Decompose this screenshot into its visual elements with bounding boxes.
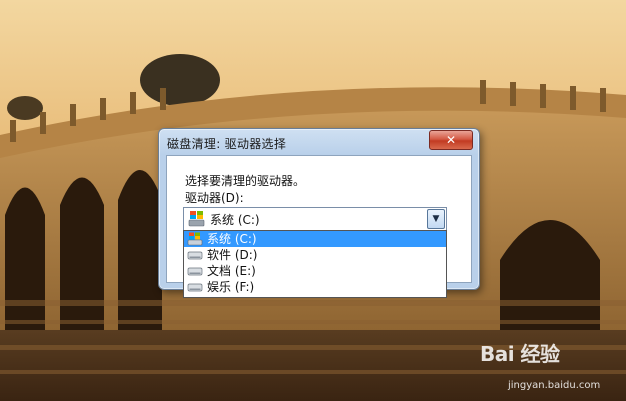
close-button[interactable]: ✕ [429,130,473,150]
drive-option-f[interactable]: 娱乐 (F:) [184,279,446,295]
watermark-logo: Bai 经验 [480,342,560,366]
hard-drive-icon [187,251,203,260]
drive-option-label: 娱乐 (F:) [207,280,255,294]
hard-drive-icon [187,267,203,276]
dropdown-arrow-button[interactable]: ▼ [427,209,445,229]
drive-label: 驱动器(D): [185,191,244,205]
drive-option-d[interactable]: 软件 (D:) [184,247,446,263]
baidu-jingyan-watermark: Bai 经验 jingyan.baidu.com [480,338,620,398]
watermark-url: jingyan.baidu.com [508,380,601,391]
prompt-text: 选择要清理的驱动器。 [185,174,306,188]
drive-dropdown-list: 系统 (C:) 软件 (D:) 文档 (E:) 娱乐 (F:) [183,230,447,298]
hard-drive-icon [187,283,203,292]
windows-drive-icon [187,232,203,246]
drive-select[interactable]: 系统 (C:) ▼ [183,207,447,231]
drive-option-label: 文档 (E:) [207,264,256,278]
drive-option-label: 软件 (D:) [207,248,258,262]
windows-drive-icon [188,211,205,227]
drive-option-label: 系统 (C:) [207,232,257,246]
selected-drive-text: 系统 (C:) [210,213,260,227]
dialog-title: 磁盘清理: 驱动器选择 [167,137,287,151]
drive-option-e[interactable]: 文档 (E:) [184,263,446,279]
drive-option-c[interactable]: 系统 (C:) [184,231,446,247]
title-bar[interactable]: 磁盘清理: 驱动器选择 ✕ [159,129,479,155]
